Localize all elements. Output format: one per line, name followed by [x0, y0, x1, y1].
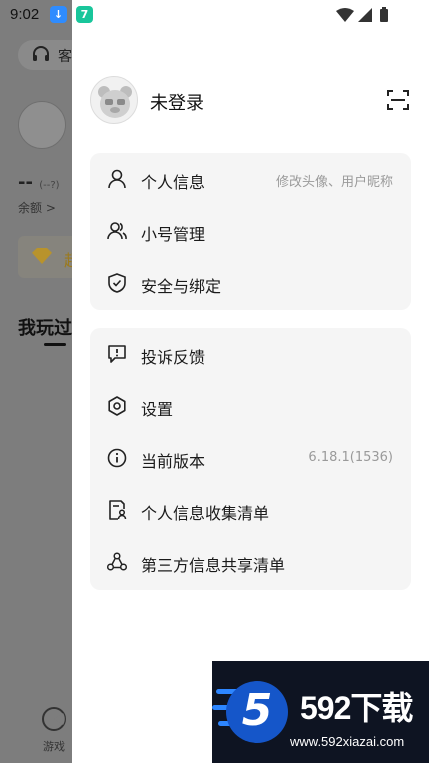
menu-item-settings[interactable]: 设置: [90, 380, 411, 432]
menu-item-label: 个人信息: [141, 173, 206, 192]
menu-item-hint: 修改头像、用户昵称: [275, 175, 393, 190]
menu-item-sub-accounts[interactable]: 小号管理: [90, 205, 411, 257]
avatar[interactable]: [90, 76, 138, 124]
bear-avatar-icon: [98, 86, 132, 118]
watermark-logo: 5: [226, 681, 288, 743]
side-drawer: 未登录 个人信息 修改头像、用户昵称 小号管理 安全与绑定 投诉反馈 设置 当前…: [72, 0, 429, 763]
menu-item-label: 安全与绑定: [141, 277, 222, 296]
menu-item-label: 第三方信息共享清单: [141, 556, 286, 575]
customer-service-button: 客: [18, 40, 72, 70]
menu-item-label: 小号管理: [141, 225, 206, 244]
watermark-url: www.592xiazai.com: [290, 734, 405, 749]
background-page: 客 -- (--?) 余额 > 超 我玩过 游戏: [0, 0, 72, 763]
person-icon: [108, 169, 126, 189]
feedback-icon: [108, 345, 126, 363]
stat-value: -- (--?): [18, 172, 60, 193]
background-avatar: [18, 101, 66, 149]
system-icons: [335, 7, 391, 27]
app-settings-card: 投诉反馈 设置 当前版本 6.18.1(1536) 个人信息收集清单 第三方信息…: [90, 328, 411, 590]
menu-item-personal-info[interactable]: 个人信息 修改头像、用户昵称: [90, 153, 411, 205]
profile-header[interactable]: 未登录: [90, 76, 410, 126]
diamond-icon: [32, 248, 52, 264]
gear-icon: [108, 396, 126, 416]
share-icon: [106, 552, 128, 571]
app-notification-icon: 7: [76, 6, 93, 23]
tab-underline: [44, 343, 66, 346]
menu-item-third-party-sharing[interactable]: 第三方信息共享清单: [90, 536, 411, 588]
document-person-icon: [109, 500, 127, 520]
download-notification-icon: ↓: [50, 6, 67, 23]
shield-icon: [108, 273, 126, 293]
played-section-title: 我玩过: [18, 318, 72, 339]
headset-icon: [33, 46, 49, 61]
info-icon: [107, 448, 127, 468]
status-bar: 9:02 ↓ 7: [0, 0, 429, 30]
site-watermark: 5 592下载 www.592xiazai.com: [212, 661, 429, 763]
watermark-title: 592下载: [300, 690, 413, 726]
balance-label: 余额 >: [18, 201, 56, 215]
accounts-icon: [107, 222, 127, 240]
scan-icon[interactable]: [386, 88, 410, 112]
signal-battery-icon: [336, 7, 388, 22]
menu-item-label: 设置: [141, 400, 174, 419]
nav-games: 游戏: [36, 706, 72, 754]
menu-item-label: 当前版本: [141, 452, 206, 471]
version-number: 6.18.1(1536): [308, 450, 393, 465]
vip-banner: 超: [18, 236, 72, 278]
status-time: 9:02: [10, 6, 40, 23]
account-settings-card: 个人信息 修改头像、用户昵称 小号管理 安全与绑定: [90, 153, 411, 310]
menu-item-security[interactable]: 安全与绑定: [90, 257, 411, 309]
login-status-label[interactable]: 未登录: [150, 89, 204, 115]
menu-item-version[interactable]: 当前版本 6.18.1(1536): [90, 432, 411, 484]
menu-item-label: 投诉反馈: [141, 348, 206, 367]
game-icon: [42, 707, 66, 731]
menu-item-feedback[interactable]: 投诉反馈: [90, 328, 411, 380]
menu-item-label: 个人信息收集清单: [141, 504, 270, 523]
menu-item-info-collection-list[interactable]: 个人信息收集清单: [90, 484, 411, 536]
service-label: 客: [58, 49, 72, 65]
